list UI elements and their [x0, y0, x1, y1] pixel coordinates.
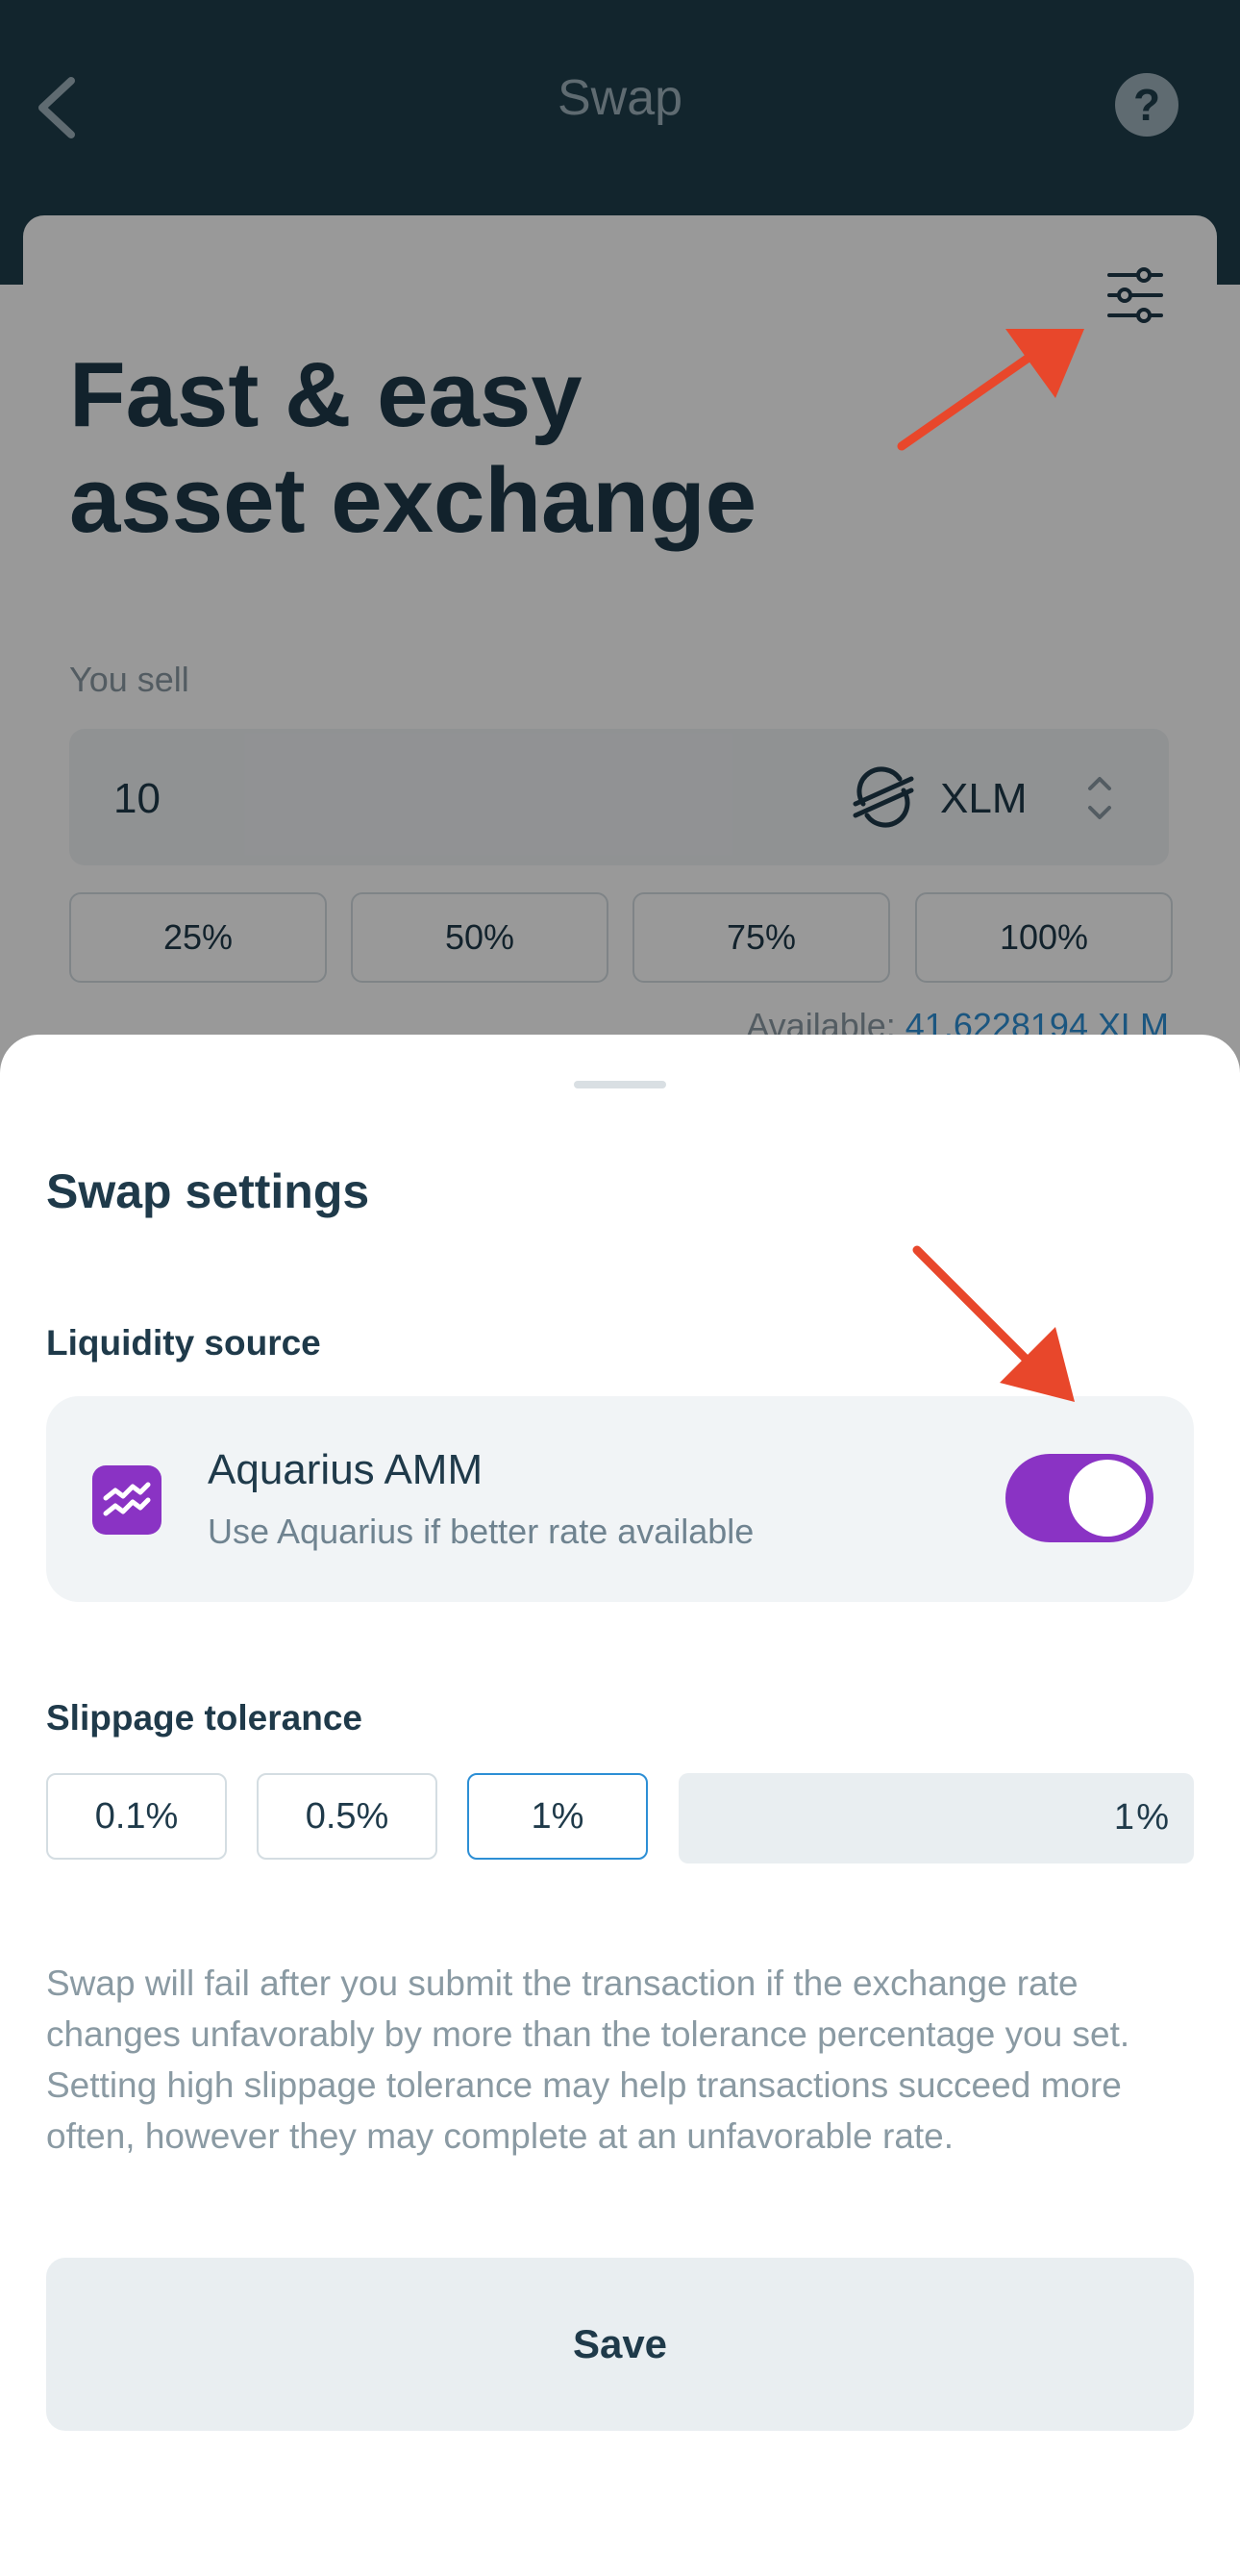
- amm-name: Aquarius AMM: [208, 1446, 484, 1493]
- slippage-1-button[interactable]: 1%: [467, 1773, 648, 1860]
- sheet-title: Swap settings: [46, 1164, 370, 1218]
- custom-slippage-value[interactable]: 1: [1114, 1797, 1134, 1838]
- toggle-knob: [1069, 1460, 1146, 1537]
- slippage-0-5-button[interactable]: 0.5%: [257, 1773, 437, 1860]
- aquarius-toggle[interactable]: [1005, 1454, 1153, 1542]
- custom-slippage-unit: %: [1136, 1797, 1169, 1838]
- custom-slippage-input[interactable]: 1 %: [679, 1773, 1194, 1863]
- sheet-grabber[interactable]: [574, 1081, 666, 1088]
- slippage-tolerance-label: Slippage tolerance: [46, 1698, 362, 1738]
- annotation-arrow-icon: [897, 329, 1084, 451]
- liquidity-source-label: Liquidity source: [46, 1323, 321, 1363]
- amm-description: Use Aquarius if better rate available: [208, 1512, 755, 1551]
- slippage-disclaimer: Swap will fail after you submit the tran…: [46, 1963, 1130, 2156]
- annotation-arrow-icon: [912, 1245, 1075, 1402]
- aquarius-amm-option: Aquarius AMM Use Aquarius if better rate…: [46, 1396, 1194, 1602]
- aquarius-logo-icon: [92, 1465, 161, 1535]
- save-button[interactable]: Save: [46, 2258, 1194, 2431]
- slippage-0-1-button[interactable]: 0.1%: [46, 1773, 227, 1860]
